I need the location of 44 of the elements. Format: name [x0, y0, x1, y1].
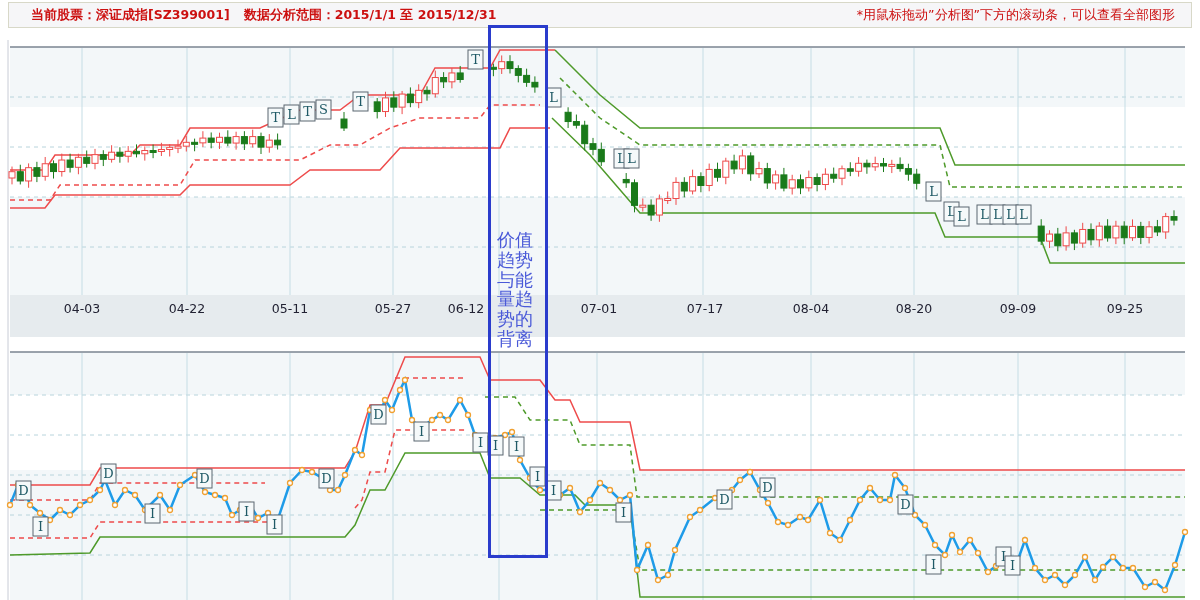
candlestick: [340, 111, 348, 132]
hint-text: *用鼠标拖动”分析图”下方的滚动条，可以查看全部图形: [856, 6, 1175, 24]
signal-marker: L: [953, 206, 970, 227]
signal-marker: I: [508, 436, 525, 457]
signal-marker: S: [315, 99, 332, 120]
signal-marker: L: [623, 148, 640, 169]
signal-marker: I: [925, 554, 942, 575]
signal-marker: D: [370, 404, 387, 425]
annotation-text: 价值趋势与能量趋势的背离: [497, 230, 533, 349]
date-label: 05-27: [374, 301, 412, 316]
signal-marker: I: [238, 501, 255, 522]
signal-marker: L: [283, 104, 300, 125]
date-label: 07-17: [686, 301, 724, 316]
signal-marker: T: [467, 49, 484, 70]
date-label: 08-20: [895, 301, 933, 316]
signal-marker: I: [529, 466, 546, 487]
signal-marker: L: [925, 181, 942, 202]
signal-marker: T: [267, 107, 284, 128]
signal-marker: I: [1004, 555, 1021, 576]
signal-marker: T: [352, 91, 369, 112]
signal-marker: D: [716, 489, 733, 510]
signal-marker: D: [897, 494, 914, 515]
signal-marker: L: [1015, 204, 1032, 225]
signal-marker: I: [266, 514, 283, 535]
date-label: 08-04: [792, 301, 830, 316]
range-label: 数据分析范围：2015/1/1 至 2015/12/31: [243, 6, 497, 24]
date-label: 05-11: [271, 301, 309, 316]
signal-marker: I: [413, 421, 430, 442]
date-label: 09-25: [1106, 301, 1144, 316]
date-label: 09-09: [999, 301, 1037, 316]
signal-marker: D: [196, 468, 213, 489]
signal-marker: D: [15, 480, 32, 501]
signal-marker: D: [759, 477, 776, 498]
date-label: 07-01: [580, 301, 618, 316]
signal-marker: D: [318, 468, 335, 489]
signal-marker: T: [299, 101, 316, 122]
signal-marker: I: [32, 516, 49, 537]
signal-marker: I: [615, 502, 632, 523]
date-label: 04-03: [63, 301, 101, 316]
date-label: 04-22: [168, 301, 206, 316]
date-label: 06-12: [447, 301, 485, 316]
stock-label: 当前股票：深证成指[SZ399001]: [31, 6, 230, 24]
signal-marker: I: [144, 503, 161, 524]
signal-marker: D: [100, 463, 117, 484]
